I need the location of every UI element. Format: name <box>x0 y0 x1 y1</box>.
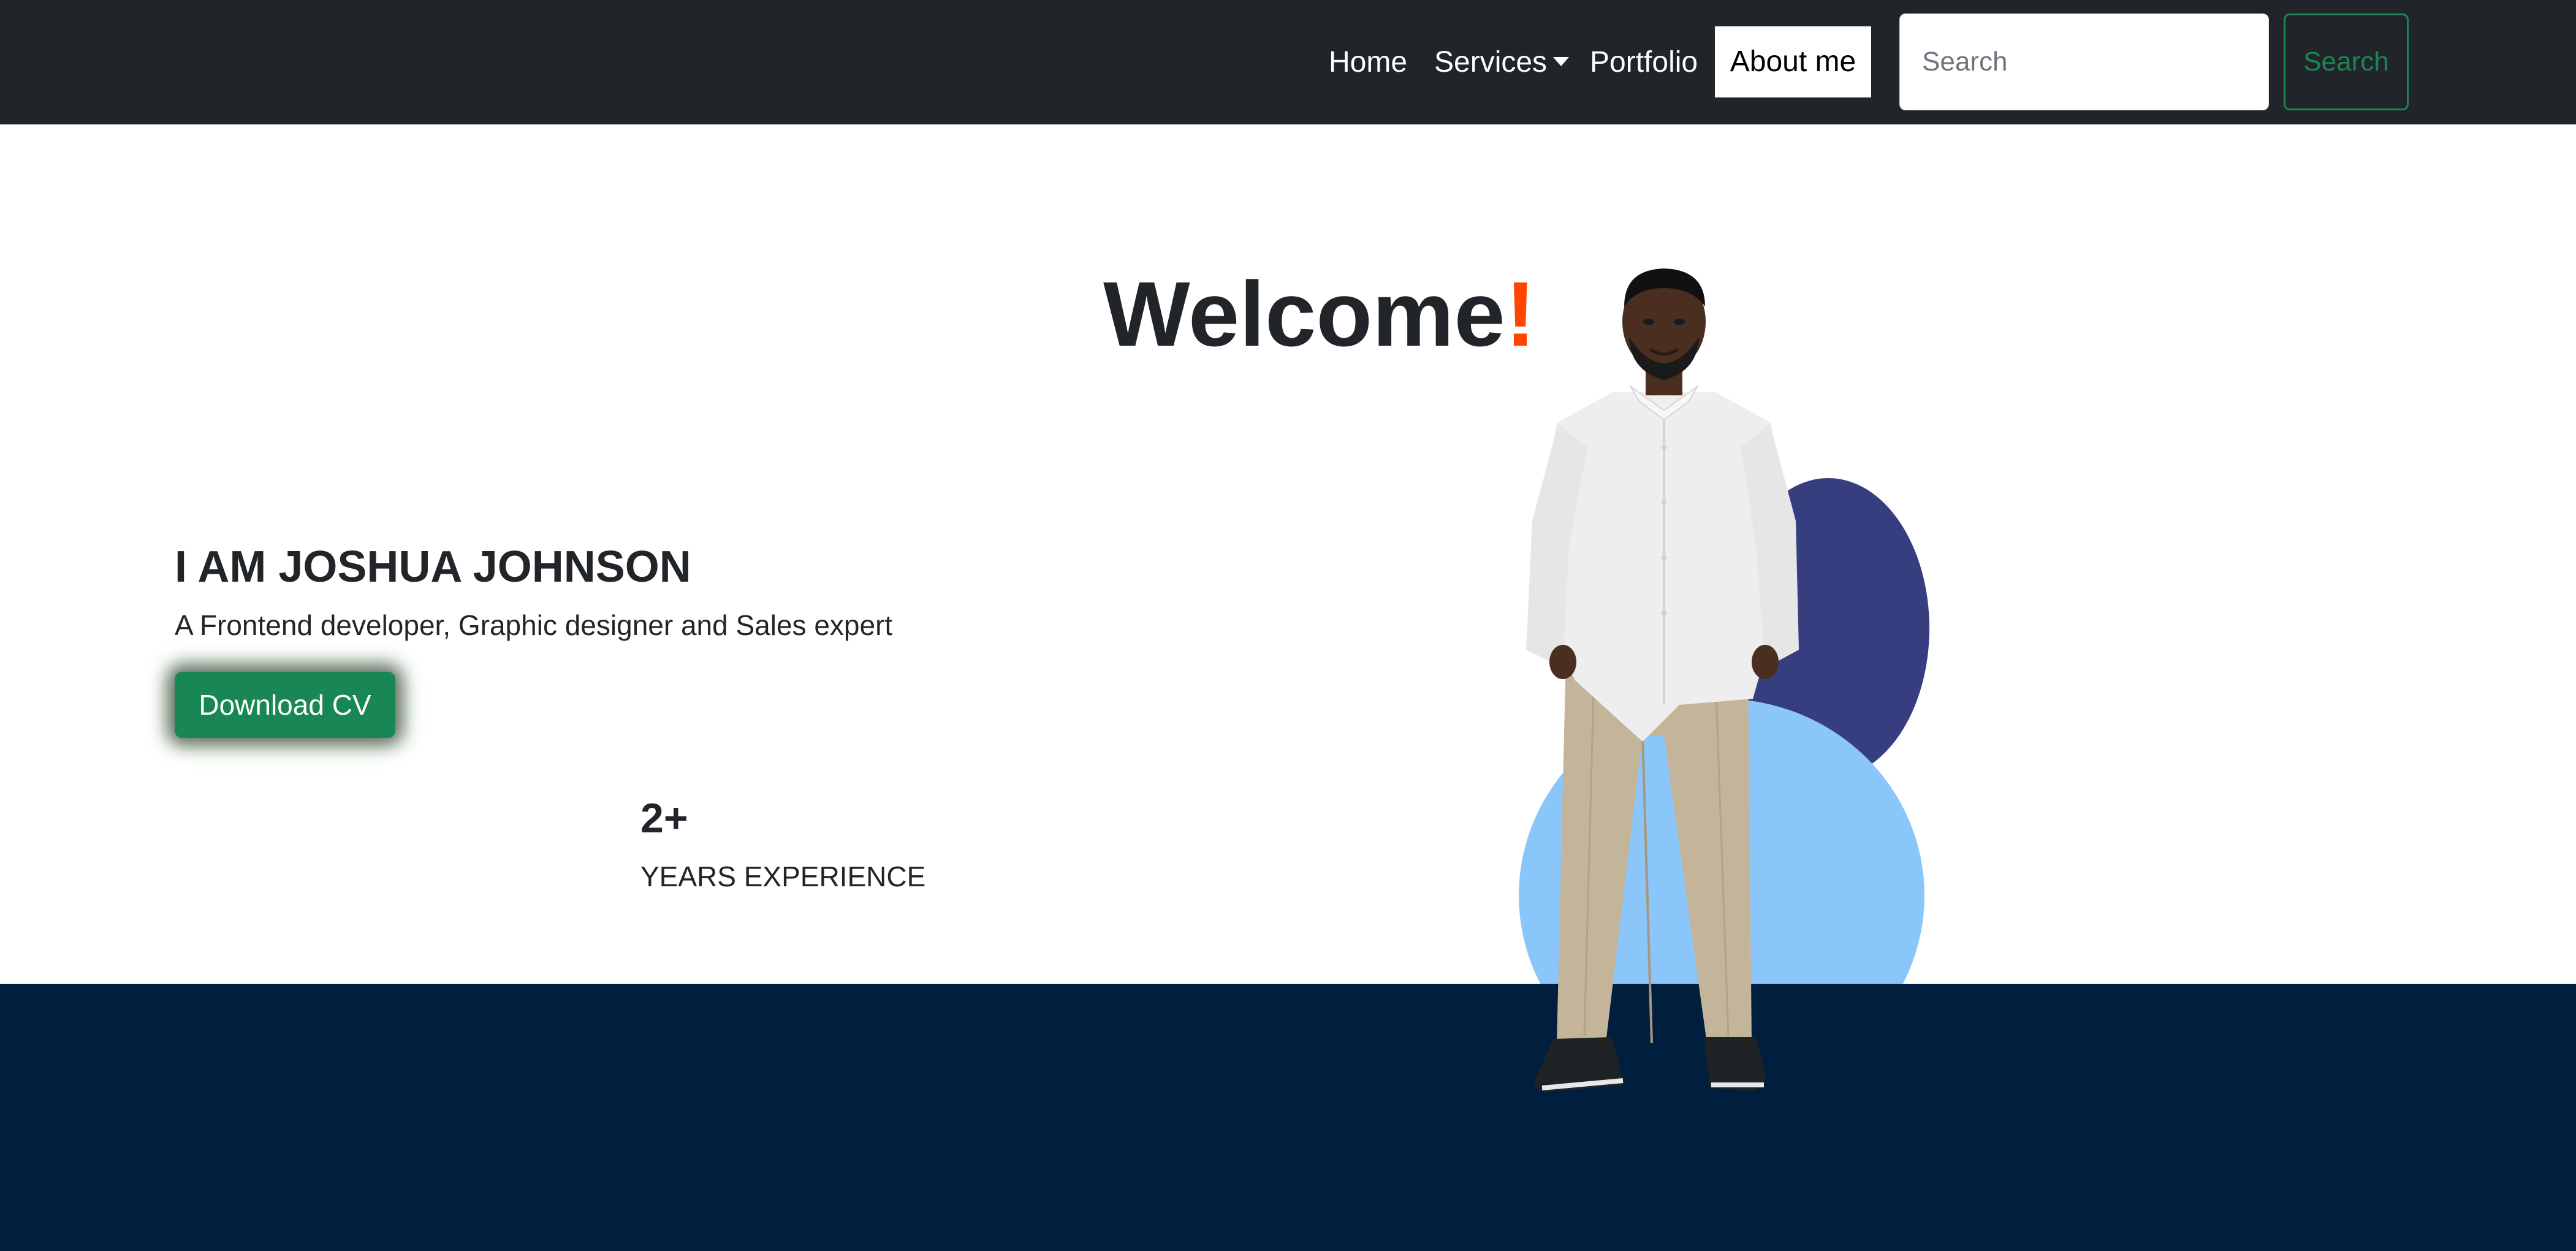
experience-number: 2+ <box>640 795 688 842</box>
nav-link-home[interactable]: Home <box>1329 38 1407 87</box>
experience-label: YEARS EXPERIENCE <box>640 861 926 892</box>
search-input[interactable] <box>1899 13 2269 110</box>
welcome-heading: Welcome! <box>1103 259 1536 369</box>
search-button[interactable]: Search <box>2284 13 2409 110</box>
portrait-photo <box>1526 268 1799 1092</box>
nav-link-services-label: Services <box>1434 46 1548 78</box>
caret-down-icon <box>1553 57 1570 66</box>
hero-name: I AM JOSHUA JOHNSON <box>175 542 691 591</box>
nav-link-portfolio[interactable]: Portfolio <box>1590 38 1698 87</box>
welcome-text: Welcome <box>1103 262 1505 365</box>
footer-band <box>0 984 2576 1251</box>
hero-subtitle: A Frontend developer, Graphic designer a… <box>175 609 893 641</box>
download-cv-button[interactable]: Download CV <box>175 672 395 738</box>
navbar: Home Services Portfolio About me Search <box>0 0 2576 124</box>
nav-link-about-me[interactable]: About me <box>1715 26 1871 97</box>
nav-link-services[interactable]: Services <box>1434 38 1570 87</box>
